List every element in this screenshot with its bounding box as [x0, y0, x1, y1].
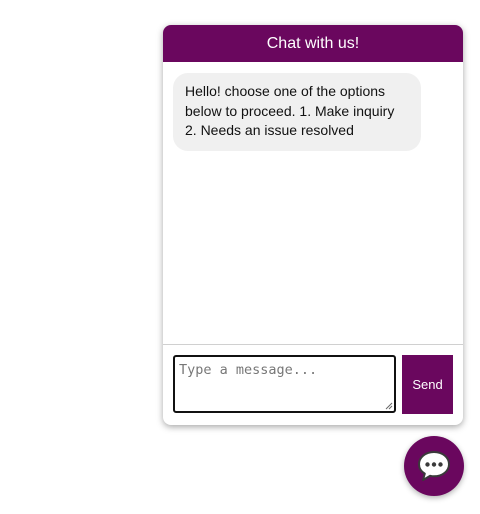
speech-bubble-icon — [418, 451, 450, 481]
chat-window: Chat with us! Hello! choose one of the o… — [163, 25, 463, 425]
message-input[interactable] — [173, 355, 396, 413]
message-list: Hello! choose one of the options below t… — [163, 62, 463, 344]
message-composer: Send — [163, 344, 463, 425]
bot-message-bubble: Hello! choose one of the options below t… — [173, 73, 421, 151]
resize-grip-icon[interactable] — [385, 402, 393, 410]
send-button[interactable]: Send — [402, 355, 453, 414]
chat-header-title: Chat with us! — [163, 25, 463, 62]
chat-launcher-button[interactable] — [404, 436, 464, 496]
